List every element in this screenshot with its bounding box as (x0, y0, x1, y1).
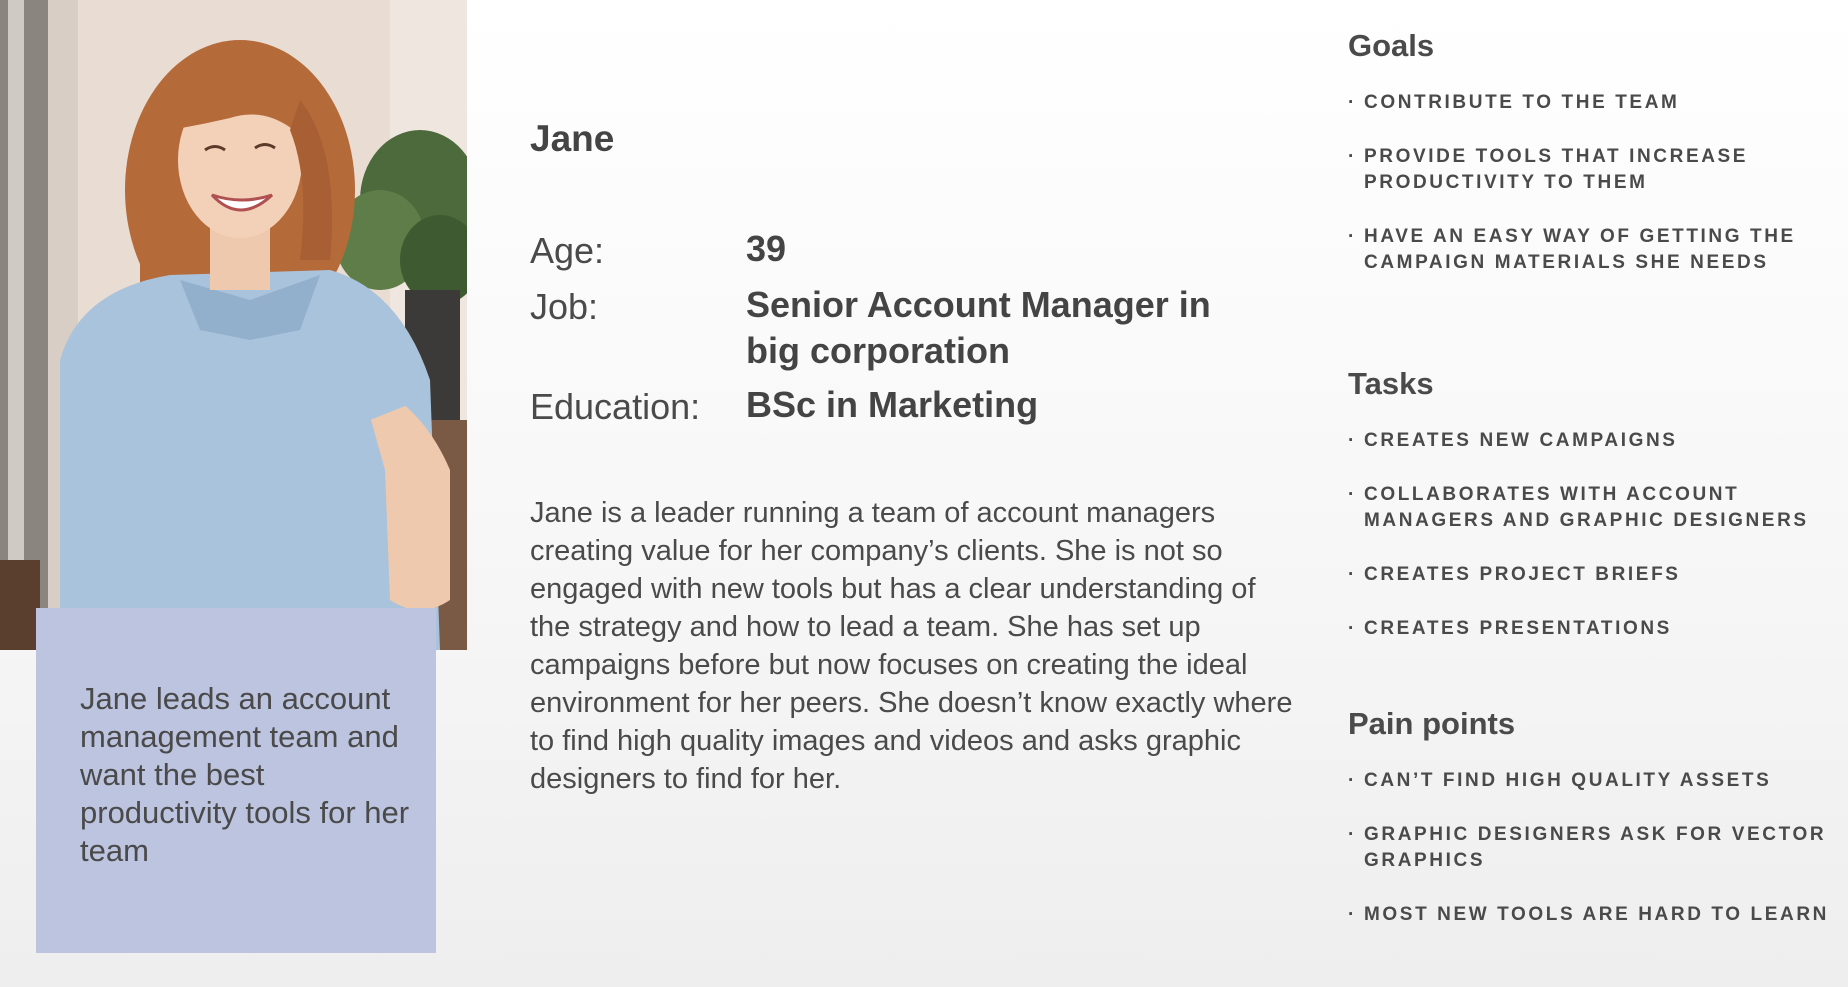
task-item: · COLLABORATES WITH ACCOUNT MANAGERS AND … (1348, 482, 1838, 534)
goal-text: HAVE AN EASY WAY OF GETTING THE CAMPAIGN… (1364, 226, 1796, 273)
pain-point-item: · MOST NEW TOOLS ARE HARD TO LEARN (1348, 902, 1838, 928)
task-text: CREATES PRESENTATIONS (1364, 618, 1672, 639)
task-text: CREATES PROJECT BRIEFS (1364, 564, 1681, 585)
pain-points-title: Pain points (1348, 706, 1516, 741)
goal-item: · PROVIDE TOOLS THAT INCREASE PRODUCTIVIT… (1348, 144, 1838, 196)
tasks-list: · CREATES NEW CAMPAIGNS · COLLABORATES WIT… (1348, 428, 1838, 670)
bullet-icon: · (1348, 618, 1355, 639)
pain-point-item: · CAN’T FIND HIGH QUALITY ASSETS (1348, 768, 1838, 794)
bullet-icon: · (1348, 484, 1355, 505)
bullet-icon: · (1348, 92, 1355, 113)
tasks-title: Tasks (1348, 366, 1434, 401)
persona-bio: Jane is a leader running a team of accou… (530, 497, 1293, 795)
education-value: BSc in Marketing (746, 384, 1039, 425)
age-value: 39 (746, 228, 787, 269)
pain-point-item: · GRAPHIC DESIGNERS ASK FOR VECTOR GRAPHI… (1348, 822, 1838, 874)
bullet-icon: · (1348, 430, 1355, 451)
task-text: CREATES NEW CAMPAIGNS (1364, 430, 1678, 451)
pain-points-list: · CAN’T FIND HIGH QUALITY ASSETS · GRAPHIC… (1348, 768, 1838, 956)
bullet-icon: · (1348, 770, 1355, 791)
bullet-icon: · (1348, 904, 1355, 925)
goal-text: CONTRIBUTE TO THE TEAM (1364, 92, 1680, 113)
task-item: · CREATES NEW CAMPAIGNS (1348, 428, 1838, 454)
pain-point-text: GRAPHIC DESIGNERS ASK FOR VECTOR GRAPHIC… (1364, 824, 1827, 871)
task-text: COLLABORATES WITH ACCOUNT MANAGERS AND G… (1364, 484, 1809, 531)
quote-card: Jane leads an account management team an… (36, 608, 436, 953)
bullet-icon: · (1348, 824, 1355, 845)
bullet-icon: · (1348, 146, 1355, 167)
pain-point-text: CAN’T FIND HIGH QUALITY ASSETS (1364, 770, 1772, 791)
persona-photo (0, 0, 467, 650)
bullet-icon: · (1348, 564, 1355, 585)
age-label: Age: (530, 230, 605, 271)
goal-item: · HAVE AN EASY WAY OF GETTING THE CAMPAIG… (1348, 224, 1838, 276)
education-label: Education: (530, 386, 701, 427)
goal-item: · CONTRIBUTE TO THE TEAM (1348, 90, 1838, 116)
task-item: · CREATES PRESENTATIONS (1348, 616, 1838, 642)
persona-name: Jane (530, 118, 615, 159)
job-value: Senior Account Manager in big corporatio… (746, 284, 1211, 371)
goals-title: Goals (1348, 28, 1435, 63)
goals-list: · CONTRIBUTE TO THE TEAM · PROVIDE TOOLS T… (1348, 90, 1838, 304)
bullet-icon: · (1348, 226, 1355, 247)
pain-point-text: MOST NEW TOOLS ARE HARD TO LEARN (1364, 904, 1829, 925)
task-item: · CREATES PROJECT BRIEFS (1348, 562, 1838, 588)
persona-quote: Jane leads an account management team an… (80, 681, 410, 868)
goal-text: PROVIDE TOOLS THAT INCREASE PRODUCTIVITY… (1364, 146, 1749, 193)
job-label: Job: (530, 286, 599, 327)
